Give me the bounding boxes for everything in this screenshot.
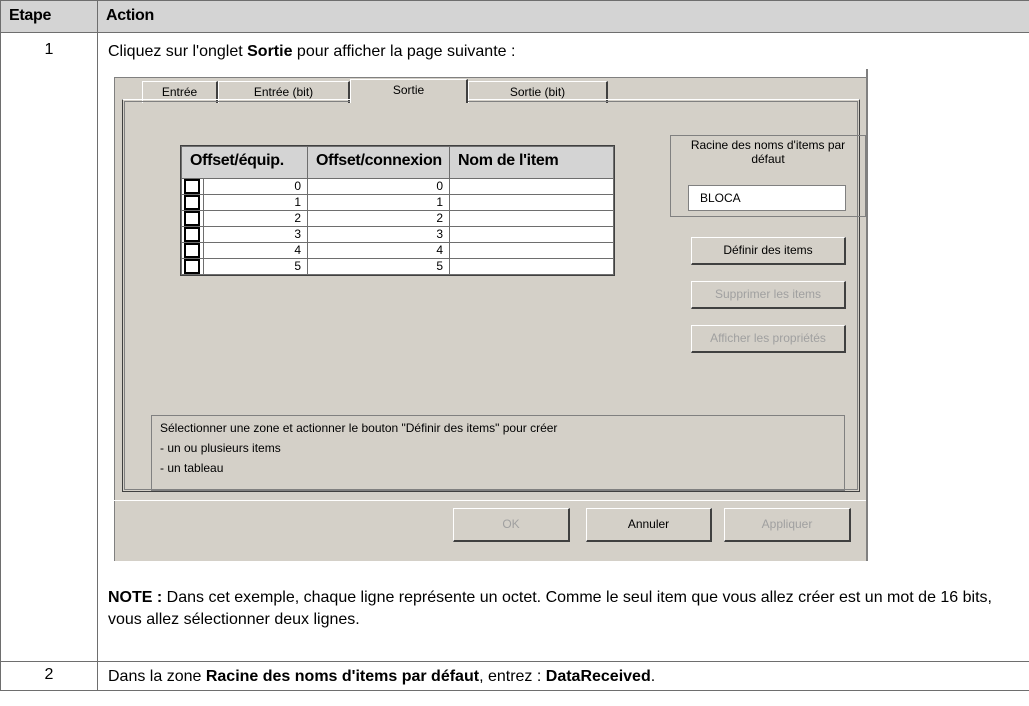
column-item-name[interactable]: Nom de l'item: [449, 146, 614, 179]
ok-button[interactable]: OK: [453, 508, 570, 542]
table-row[interactable]: 00: [181, 178, 614, 195]
cancel-button[interactable]: Annuler: [586, 508, 712, 542]
step-instruction: Cliquez sur l'onglet Sortie pour affiche…: [108, 43, 516, 60]
items-grid[interactable]: Offset/équip. Offset/connexion Nom de l'…: [180, 145, 615, 276]
header-step: Etape: [0, 0, 98, 33]
row-selector[interactable]: [184, 179, 200, 194]
table-row[interactable]: 44: [181, 242, 614, 259]
help-line: - un tableau: [160, 461, 224, 475]
header-action: Action: [97, 0, 1029, 33]
tab-name-emphasis: Sortie: [247, 43, 293, 60]
show-properties-button[interactable]: Afficher les propriétés: [691, 325, 846, 353]
column-offset-connexion[interactable]: Offset/connexion: [307, 146, 451, 179]
row-selector[interactable]: [184, 259, 200, 274]
tab-panel: Offset/équip. Offset/connexion Nom de l'…: [122, 99, 866, 492]
row-selector[interactable]: [184, 227, 200, 242]
table-row[interactable]: 11: [181, 194, 614, 211]
apply-button[interactable]: Appliquer: [724, 508, 851, 542]
properties-dialog: Entrée Entrée (bit) Sortie Sortie (bit) …: [114, 69, 868, 561]
column-offset-equip[interactable]: Offset/équip.: [180, 146, 309, 179]
root-name-label: Racine des noms d'items par défaut: [679, 138, 857, 166]
row-selector[interactable]: [184, 195, 200, 210]
table-row[interactable]: 33: [181, 226, 614, 243]
note-label: NOTE :: [108, 589, 163, 606]
step-number: 1: [0, 32, 98, 662]
delete-items-button[interactable]: Supprimer les items: [691, 281, 846, 309]
step-number: 2: [0, 661, 98, 691]
table-row[interactable]: 22: [181, 210, 614, 227]
help-text-box: Sélectionner une zone et actionner le bo…: [151, 415, 845, 491]
tab-sortie[interactable]: Sortie: [350, 79, 468, 103]
help-line: Sélectionner une zone et actionner le bo…: [160, 421, 558, 435]
note-text: Dans cet exemple, chaque ligne représent…: [108, 589, 992, 628]
note-paragraph: NOTE : Dans cet exemple, chaque ligne re…: [108, 587, 1019, 631]
define-items-button[interactable]: Définir des items: [691, 237, 846, 265]
table-row[interactable]: 55: [181, 258, 614, 275]
root-name-input[interactable]: BLOCA: [688, 185, 846, 211]
steps-table: Etape Action 1 Cliquez sur l'onglet Sort…: [0, 0, 1029, 691]
step-action: Cliquez sur l'onglet Sortie pour affiche…: [97, 32, 1029, 662]
row-selector[interactable]: [184, 243, 200, 258]
step-action: Dans la zone Racine des noms d'items par…: [97, 661, 1029, 691]
row-selector[interactable]: [184, 211, 200, 226]
help-line: - un ou plusieurs items: [160, 441, 281, 455]
root-name-group: Racine des noms d'items par défaut BLOCA: [670, 135, 866, 217]
